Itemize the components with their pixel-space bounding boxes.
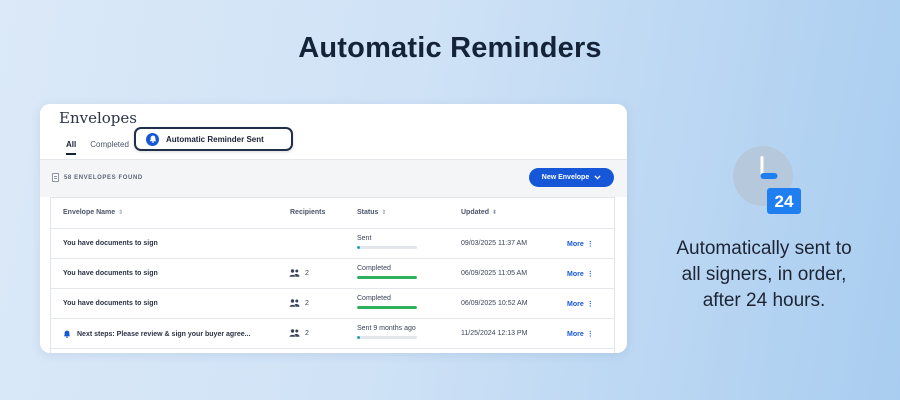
status-progress-bar — [357, 276, 417, 279]
envelope-name[interactable]: You have documents to sign — [63, 300, 158, 307]
chevron-down-icon — [594, 175, 601, 180]
status-progress-bar — [357, 336, 417, 339]
sort-icon: ⇕ — [118, 210, 124, 216]
more-button[interactable]: More ⋮ — [567, 330, 594, 339]
col-status-label: Status — [357, 209, 379, 216]
kebab-icon: ⋮ — [586, 301, 594, 308]
bell-icon — [63, 330, 71, 338]
recipient-count: 2 — [305, 269, 309, 277]
status-progress-fill — [357, 306, 417, 309]
table-row[interactable]: You have documents to sign 2 Completed 0… — [51, 289, 614, 319]
table-row[interactable]: You have documents to sign Sent 09/03/20… — [51, 229, 614, 259]
envelope-name[interactable]: You have documents to sign — [63, 270, 158, 277]
headline: Automatic Reminders — [298, 32, 602, 64]
status-cell: Completed — [357, 295, 417, 309]
recipient-count: 2 — [305, 329, 309, 337]
toolbar: 58 ENVELOPES FOUND New Envelope — [40, 160, 627, 197]
status-text: Sent — [357, 235, 372, 242]
more-button[interactable]: More ⋮ — [567, 240, 594, 249]
more-button[interactable]: More ⋮ — [567, 270, 594, 279]
more-label: More — [567, 300, 584, 308]
envelopes-panel: Envelopes All Completed Sent Draft 58 EN… — [40, 104, 627, 353]
updated-date: 06/09/2025 10:52 AM — [461, 300, 528, 307]
status-progress-bar — [357, 246, 417, 249]
sort-icon: ⇕ — [381, 210, 387, 216]
bell-icon — [146, 132, 159, 146]
caption-line: after 24 hours. — [702, 290, 826, 311]
envelope-count-label: 58 ENVELOPES FOUND — [64, 174, 143, 181]
recipients-cell: 2 — [289, 329, 309, 337]
more-label: More — [567, 330, 584, 338]
status-text: Completed — [357, 265, 391, 272]
table-row[interactable]: Next steps: Please review & sign your bu… — [51, 319, 614, 349]
caption-line: all signers, in order, — [681, 264, 847, 285]
more-label: More — [567, 240, 584, 248]
status-cell: Completed — [357, 265, 417, 279]
status-progress-fill — [357, 276, 417, 279]
new-envelope-label: New Envelope — [541, 174, 590, 181]
envelope-name[interactable]: You have documents to sign — [63, 240, 158, 247]
automatic-reminder-label: Automatic Reminder Sent — [166, 134, 264, 144]
document-icon — [52, 173, 59, 182]
col-updated[interactable]: Updated ⬍ — [461, 209, 497, 216]
table-row[interactable]: You have documents to sign 2 Completed 0… — [51, 259, 614, 289]
people-icon — [289, 329, 300, 337]
more-label: More — [567, 270, 584, 278]
sort-desc-icon: ⬍ — [492, 210, 498, 216]
updated-date: 11/25/2024 12:13 PM — [461, 330, 528, 337]
status-cell: Sent 9 months ago — [357, 325, 417, 339]
col-recipients: Recipients — [290, 209, 325, 216]
col-updated-label: Updated — [461, 209, 489, 216]
status-progress-bar — [357, 306, 417, 309]
status-progress-fill — [357, 246, 360, 249]
people-icon — [289, 299, 300, 307]
kebab-icon: ⋮ — [586, 331, 594, 338]
envelope-name-cell[interactable]: Next steps: Please review & sign your bu… — [63, 330, 251, 338]
panel-title: Envelopes — [59, 109, 137, 127]
col-envelope-name-label: Envelope Name — [63, 209, 116, 216]
envelope-name: Next steps: Please review & sign your bu… — [77, 330, 251, 338]
status-progress-fill — [357, 336, 360, 339]
reminder-caption: Automatically sent to all signers, in or… — [645, 236, 883, 314]
caption-line: Automatically sent to — [676, 238, 852, 259]
updated-date: 09/03/2025 11:37 AM — [461, 240, 528, 247]
tab-all[interactable]: All — [66, 140, 77, 155]
automatic-reminder-badge: Automatic Reminder Sent — [134, 127, 293, 151]
tab-completed[interactable]: Completed — [90, 140, 129, 155]
new-envelope-button[interactable]: New Envelope — [529, 168, 614, 187]
col-status[interactable]: Status ⇕ — [357, 209, 386, 216]
col-envelope-name[interactable]: Envelope Name ⇕ — [63, 209, 123, 216]
clock-icon: 24 — [731, 146, 803, 216]
status-cell: Sent — [357, 235, 417, 249]
status-text: Completed — [357, 295, 391, 302]
more-button[interactable]: More ⋮ — [567, 300, 594, 309]
envelope-count: 58 ENVELOPES FOUND — [52, 173, 143, 182]
kebab-icon: ⋮ — [586, 271, 594, 278]
people-icon — [289, 269, 300, 277]
recipients-cell: 2 — [289, 299, 309, 307]
recipient-count: 2 — [305, 299, 309, 307]
updated-date: 06/09/2025 11:05 AM — [461, 270, 528, 277]
envelopes-table: Envelope Name ⇕ Recipients Status ⇕ Upda… — [50, 197, 615, 353]
recipients-cell: 2 — [289, 269, 309, 277]
status-text: Sent 9 months ago — [357, 325, 416, 332]
clock-badge-number: 24 — [775, 192, 794, 211]
kebab-icon: ⋮ — [586, 241, 594, 248]
col-recipients-label: Recipients — [290, 209, 326, 216]
table-header: Envelope Name ⇕ Recipients Status ⇕ Upda… — [51, 198, 614, 229]
